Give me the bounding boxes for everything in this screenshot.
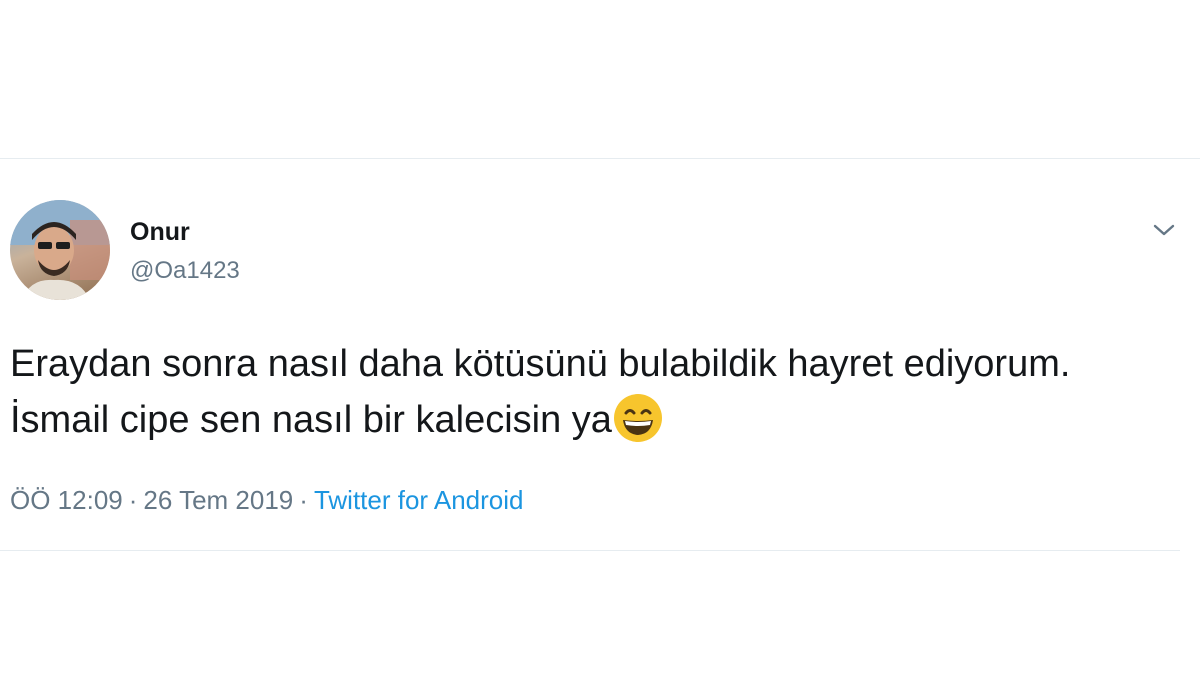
tweet-time: ÖÖ 12:09 <box>10 485 123 515</box>
top-divider <box>0 158 1200 159</box>
tweet-source-link[interactable]: Twitter for Android <box>314 485 524 515</box>
display-name[interactable]: Onur <box>130 216 190 248</box>
meta-separator-2: · <box>299 485 308 515</box>
tweet-body: Eraydan sonra nasıl daha kötüsünü bulabi… <box>10 343 1071 441</box>
meta-separator: · <box>128 485 138 515</box>
tweet-text: Eraydan sonra nasıl daha kötüsünü bulabi… <box>10 336 1170 448</box>
tweet-date[interactable]: 26 Tem 2019 <box>143 485 293 515</box>
tweet-page: Onur @Oa1423 Eraydan sonra nasıl daha kö… <box>0 0 1200 675</box>
user-handle[interactable]: @Oa1423 <box>130 255 240 287</box>
tweet-meta: ÖÖ 12:09 · 26 Tem 2019 · Twitter for Android <box>10 482 523 518</box>
bottom-divider <box>0 550 1180 551</box>
avatar[interactable] <box>10 200 110 300</box>
chevron-down-icon[interactable] <box>1150 216 1178 244</box>
grinning-face-emoji-icon <box>612 392 664 444</box>
